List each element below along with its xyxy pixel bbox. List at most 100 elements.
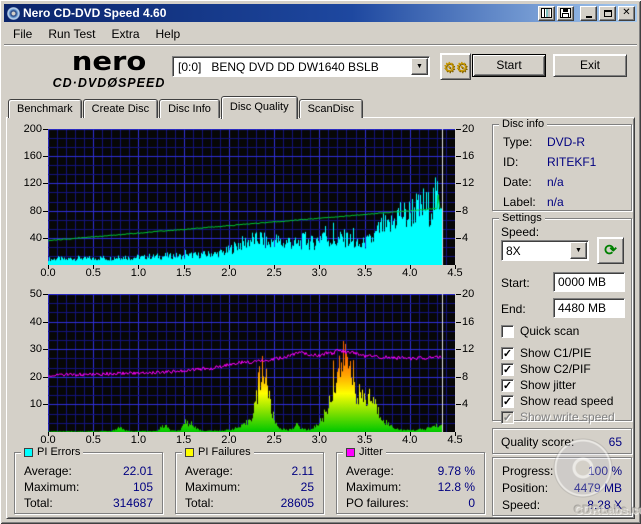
checkbox-show-c1-pie[interactable]: ✓ Show C1/PIE — [501, 346, 591, 360]
stat-value: 12.8 % — [437, 480, 475, 494]
menu-run-test[interactable]: Run Test — [40, 26, 103, 42]
position-value: 4479 MB — [573, 481, 622, 495]
checkbox-label: Show C2/PIF — [520, 362, 591, 376]
checkbox-box[interactable]: ✓ — [501, 362, 514, 376]
tab-disc-quality[interactable]: Disc Quality — [220, 96, 298, 119]
stat-value: 0 — [468, 496, 475, 510]
tab-bar: Benchmark Create Disc Disc Info Disc Qua… — [8, 95, 364, 119]
maximize-icon — [603, 9, 612, 17]
chevron-down-icon: ▼ — [416, 63, 423, 70]
window-title: Nero CD-DVD Speed 4.60 — [23, 6, 167, 20]
tab-scandisc[interactable]: ScanDisc — [298, 99, 364, 118]
stat-value: 9.78 % — [437, 464, 475, 478]
app-window: Nero CD-DVD Speed 4.60 ✕ File Run Test E… — [0, 0, 641, 524]
drive-selector-dropdown-button[interactable]: ▼ — [411, 58, 428, 75]
save-button[interactable] — [557, 5, 574, 21]
disc-date-label: Date: — [503, 175, 532, 189]
start-button[interactable]: Start — [472, 54, 546, 77]
end-position-label: End: — [501, 302, 526, 316]
report-button[interactable] — [538, 5, 555, 21]
stat-label: Average: — [24, 464, 72, 478]
axis-tick-mark — [138, 432, 139, 436]
axis-tick-mark — [43, 377, 48, 378]
axis-tick-mark — [456, 349, 461, 350]
jitter-title: Jitter — [359, 446, 383, 458]
stat-value: 28605 — [280, 496, 314, 510]
axis-tick-mark — [274, 265, 275, 269]
axis-tick-label: 50 — [29, 288, 42, 300]
stat-value: 105 — [132, 480, 153, 494]
pi-failures-legend: PI Failures — [182, 446, 254, 458]
checkbox-quick-scan[interactable]: Quick scan — [501, 324, 579, 338]
start-position-input[interactable]: 0000 MB — [553, 272, 625, 292]
disc-date-value: n/a — [547, 175, 564, 189]
drive-selector[interactable]: [0:0] BENQ DVD DD DW1640 BSLB ▼ — [172, 56, 430, 77]
minimize-icon — [585, 15, 592, 18]
checkbox-show-jitter[interactable]: ✓ Show jitter — [501, 378, 576, 392]
checkbox-box[interactable]: ✓ — [501, 346, 514, 360]
tab-create-disc[interactable]: Create Disc — [82, 99, 159, 118]
axis-tick-mark — [319, 265, 320, 269]
start-position-label: Start: — [501, 276, 530, 290]
axis-tick-mark — [319, 432, 320, 436]
drive-selector-value: [0:0] BENQ DVD DD DW1640 BSLB — [178, 59, 379, 74]
axis-tick-label: 10 — [29, 398, 42, 411]
checkbox-label: Show jitter — [520, 378, 577, 392]
settings-title: Settings — [499, 212, 545, 224]
axis-tick-mark — [456, 156, 461, 157]
axis-tick-mark — [456, 294, 461, 295]
logo-speed-text: SPEED — [117, 76, 166, 90]
axis-tick-mark — [93, 432, 94, 436]
checkbox-box[interactable]: ✓ — [501, 394, 514, 408]
gears-icon: ⚙⚙ — [442, 58, 469, 75]
disc-type-value: DVD-R — [547, 135, 585, 149]
pi-errors-color-chip — [24, 447, 33, 457]
quality-score-label: Quality score: — [501, 435, 575, 449]
refresh-speed-button[interactable]: ⟳ — [597, 237, 624, 264]
tab-disc-info[interactable]: Disc Info — [159, 99, 220, 118]
speed-label: Speed: — [501, 225, 540, 239]
checkbox-box[interactable]: ✓ — [501, 378, 514, 392]
exit-button[interactable]: Exit — [553, 54, 627, 77]
titlebar[interactable]: Nero CD-DVD Speed 4.60 ✕ — [4, 4, 637, 22]
stat-label: Maximum: — [185, 480, 241, 494]
nero-brand-text: nero — [71, 46, 147, 77]
checkbox-label: Show C1/PIE — [520, 346, 592, 360]
menu-help[interactable]: Help — [148, 26, 189, 42]
tab-benchmark[interactable]: Benchmark — [8, 99, 82, 118]
pi-failures-color-chip — [185, 447, 194, 457]
axis-tick-label: 30 — [29, 343, 42, 356]
progress-label: Progress: — [502, 464, 554, 478]
axis-tick-mark — [365, 265, 366, 269]
axis-tick-label: 200 — [23, 123, 42, 135]
end-position-input[interactable]: 4480 MB — [553, 298, 625, 318]
pi-failures-stats-group: PI Failures Average: 2.11 Maximum: 25 Tota… — [175, 446, 324, 514]
axis-tick-mark — [456, 322, 461, 323]
axis-tick-mark — [48, 432, 49, 436]
checkbox-label: Quick scan — [520, 324, 580, 338]
menu-file[interactable]: File — [5, 26, 40, 42]
checkbox-show-read-speed[interactable]: ✓ Show read speed — [501, 394, 613, 408]
axis-tick-label: 8 — [462, 370, 469, 383]
options-button[interactable]: ⚙⚙ — [440, 53, 471, 80]
pi-errors-chart — [48, 129, 455, 265]
disc-info-group: Disc info Type: DVD-R ID: RITEKF1 Date: n/a… — [492, 118, 632, 211]
checkbox-box[interactable] — [501, 324, 514, 338]
axis-tick-label: 40 — [29, 315, 42, 328]
axis-tick-mark — [43, 322, 48, 323]
speed-select-dropdown-button[interactable]: ▼ — [570, 242, 587, 259]
checkbox-show-c2-pif[interactable]: ✓ Show C2/PIF — [501, 362, 591, 376]
axis-tick-mark — [43, 349, 48, 350]
progress-panel: Progress: 100 % Position: 4479 MB Speed: 8.… — [492, 457, 632, 516]
checkbox-box: ✓ — [501, 410, 514, 424]
speed-select[interactable]: 8X ▼ — [501, 240, 589, 261]
menu-extra[interactable]: Extra — [103, 26, 147, 42]
minimize-button[interactable] — [580, 5, 597, 21]
axis-tick-mark — [456, 404, 461, 405]
maximize-button[interactable] — [599, 5, 616, 21]
close-button[interactable]: ✕ — [618, 5, 635, 21]
axis-tick-label: 16 — [462, 150, 475, 163]
axis-tick-mark — [138, 265, 139, 269]
axis-tick-label: 12 — [462, 343, 475, 356]
progress-value: 100 % — [587, 464, 622, 478]
